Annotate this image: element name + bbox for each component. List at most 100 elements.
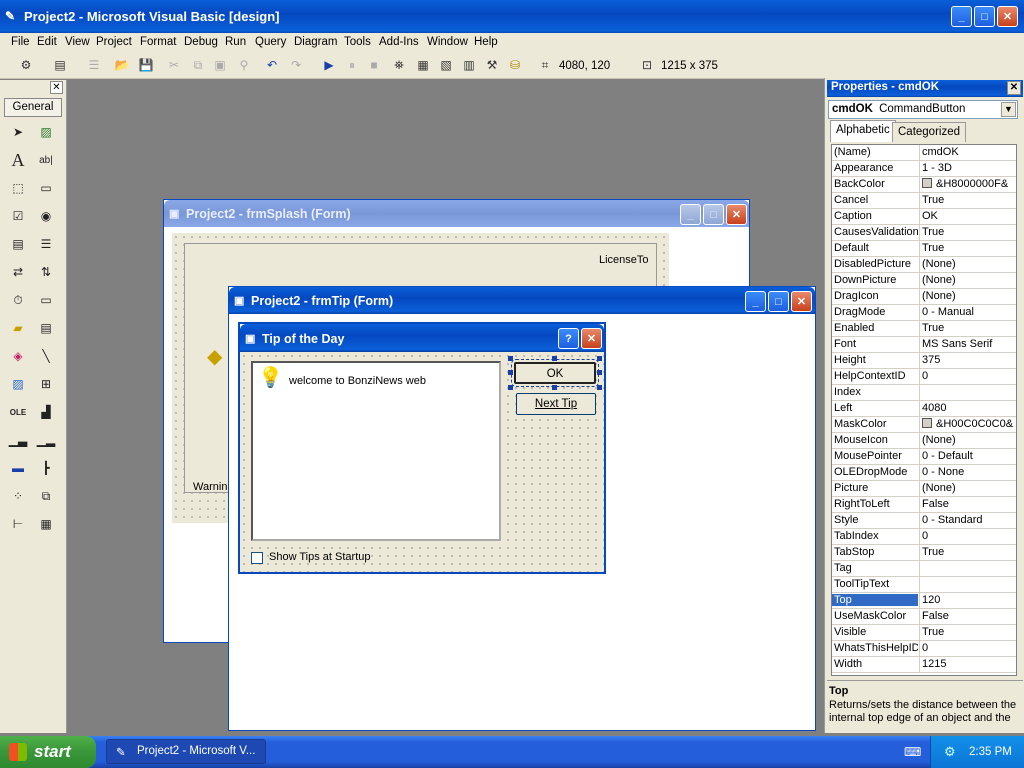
menu-run[interactable]: Run — [225, 36, 246, 48]
vscrollbar-tool-icon[interactable]: ⇅ — [35, 261, 57, 283]
redo-icon[interactable]: ↷ — [288, 57, 304, 73]
property-row[interactable]: WhatsThisHelpID 0 — [832, 641, 1016, 657]
tab-categorized[interactable]: Categorized — [892, 122, 967, 142]
toolbox-close-icon[interactable]: ✕ — [50, 81, 63, 94]
property-value[interactable]: OK — [922, 210, 1016, 222]
property-row[interactable]: Default True — [832, 241, 1016, 257]
ole-tool-icon[interactable]: OLE — [7, 401, 29, 423]
tip-dialog-design[interactable]: ▣ Tip of the Day ? ✕ 💡 welcome to BonziN… — [238, 322, 606, 574]
property-value[interactable]: 0 - Standard — [922, 514, 1016, 526]
menu-debug[interactable]: Debug — [184, 36, 218, 48]
ok-button[interactable]: OK — [511, 359, 599, 387]
break-icon[interactable]: ⏸ — [344, 57, 360, 73]
property-row[interactable]: Left 4080 — [832, 401, 1016, 417]
treeview-tool-icon[interactable]: ┣ — [35, 457, 57, 479]
shape-tool-icon[interactable]: ◈ — [7, 345, 29, 367]
object-browser-icon[interactable]: ▥ — [461, 57, 477, 73]
frmtip-minimize-button[interactable]: _ — [745, 291, 766, 312]
property-row[interactable]: Top 120 — [832, 593, 1016, 609]
property-row[interactable]: RightToLeft False — [832, 497, 1016, 513]
open-project-icon[interactable]: 📂 — [114, 57, 130, 73]
property-row[interactable]: Enabled True — [832, 321, 1016, 337]
progressbar-tool-icon[interactable]: ▬ — [7, 457, 29, 479]
menu-editor-icon[interactable]: ☰ — [86, 57, 102, 73]
optionbutton-tool-icon[interactable]: ◉ — [35, 205, 57, 227]
property-row[interactable]: Index — [832, 385, 1016, 401]
close-button[interactable]: ✕ — [997, 6, 1018, 27]
property-row[interactable]: Style 0 - Standard — [832, 513, 1016, 529]
selection-handle[interactable] — [552, 385, 557, 390]
property-value[interactable]: 375 — [922, 354, 1016, 366]
add-project-icon[interactable]: ⚙ — [18, 57, 34, 73]
property-value[interactable]: 4080 — [922, 402, 1016, 414]
selection-handle[interactable] — [508, 370, 513, 375]
selection-handle[interactable] — [508, 356, 513, 361]
property-row[interactable]: Picture (None) — [832, 481, 1016, 497]
frmtip-close-button[interactable]: ✕ — [791, 291, 812, 312]
menu-format[interactable]: Format — [140, 36, 176, 48]
slider-tool-icon[interactable]: ⊢ — [7, 513, 29, 535]
property-value[interactable]: 0 - None — [922, 466, 1016, 478]
start-button[interactable]: start — [0, 736, 96, 768]
textbox-tool-icon[interactable]: ab| — [35, 149, 57, 171]
combobox-tool-icon[interactable]: ▤ — [7, 233, 29, 255]
network-icon[interactable]: ⚙ — [944, 744, 956, 760]
menu-file[interactable]: File — [11, 36, 30, 48]
line-tool-icon[interactable]: ╲ — [35, 345, 57, 367]
property-row[interactable]: OLEDropMode 0 - None — [832, 465, 1016, 481]
property-value[interactable]: (None) — [922, 274, 1016, 286]
property-value[interactable]: True — [922, 226, 1016, 238]
frmsplash-minimize-button[interactable]: _ — [680, 204, 701, 225]
minimize-button[interactable]: _ — [951, 6, 972, 27]
menu-window[interactable]: Window — [427, 36, 468, 48]
frmtip-maximize-button[interactable]: □ — [768, 291, 789, 312]
property-row[interactable]: (Name) cmdOK — [832, 145, 1016, 161]
property-value[interactable]: 0 — [922, 642, 1016, 654]
properties-window-icon[interactable]: ▦ — [415, 57, 431, 73]
menu-project[interactable]: Project — [96, 36, 132, 48]
property-value[interactable]: (None) — [922, 290, 1016, 302]
property-row[interactable]: ToolTipText — [832, 577, 1016, 593]
tip-dialog-help-button[interactable]: ? — [558, 328, 579, 349]
toolbox-icon[interactable]: ⚒ — [484, 57, 500, 73]
toolbox-general-tab[interactable]: General — [4, 98, 62, 117]
property-row[interactable]: CausesValidation True — [832, 225, 1016, 241]
property-row[interactable]: Tag — [832, 561, 1016, 577]
property-row[interactable]: Appearance 1 - 3D — [832, 161, 1016, 177]
maximize-button[interactable]: □ — [974, 6, 995, 27]
property-row[interactable]: Height 375 — [832, 353, 1016, 369]
keyboard-icon[interactable]: ⌨ — [904, 745, 921, 759]
property-row[interactable]: HelpContextID 0 — [832, 369, 1016, 385]
object-selector-dropdown[interactable]: cmdOK CommandButton ▼ — [828, 100, 1018, 119]
start-icon[interactable]: ▶ — [321, 57, 337, 73]
selection-handle[interactable] — [597, 370, 602, 375]
pointer-tool-icon[interactable]: ➤ — [7, 121, 29, 143]
property-row[interactable]: Cancel True — [832, 193, 1016, 209]
property-value[interactable]: cmdOK — [922, 146, 1016, 158]
project-explorer-icon[interactable]: ⛯ — [391, 57, 407, 73]
property-row[interactable]: DragMode 0 - Manual — [832, 305, 1016, 321]
property-row[interactable]: TabStop True — [832, 545, 1016, 561]
filelistbox-tool-icon[interactable]: ▤ — [35, 317, 57, 339]
property-value[interactable]: True — [922, 546, 1016, 558]
form-layout-icon[interactable]: ▧ — [438, 57, 454, 73]
tip-dialog-surface[interactable]: 💡 welcome to BonziNews web OK Next Tip S… — [240, 352, 604, 572]
property-row[interactable]: TabIndex 0 — [832, 529, 1016, 545]
imagelist-tool-icon[interactable]: ⁘ — [7, 485, 29, 507]
property-value[interactable]: True — [922, 626, 1016, 638]
image-tool-icon[interactable]: ▨ — [7, 373, 29, 395]
listbox-tool-icon[interactable]: ☰ — [35, 233, 57, 255]
property-value[interactable]: &H8000000F& — [922, 178, 1016, 190]
menu-query[interactable]: Query — [255, 36, 286, 48]
custom-tool-icon-2[interactable]: ▁▃ — [7, 429, 29, 451]
property-value[interactable]: &H00C0C0C0& — [922, 418, 1016, 430]
menu-diagram[interactable]: Diagram — [294, 36, 337, 48]
tabstrip-tool-icon[interactable]: ⧉ — [35, 485, 57, 507]
property-row[interactable]: BackColor &H8000000F& — [832, 177, 1016, 193]
cut-icon[interactable]: ✂ — [166, 57, 182, 73]
next-tip-button[interactable]: Next Tip — [516, 393, 596, 415]
property-value[interactable]: 0 - Manual — [922, 306, 1016, 318]
property-row[interactable]: Font MS Sans Serif — [832, 337, 1016, 353]
property-value[interactable]: (None) — [922, 434, 1016, 446]
find-icon[interactable]: ⚲ — [236, 57, 252, 73]
